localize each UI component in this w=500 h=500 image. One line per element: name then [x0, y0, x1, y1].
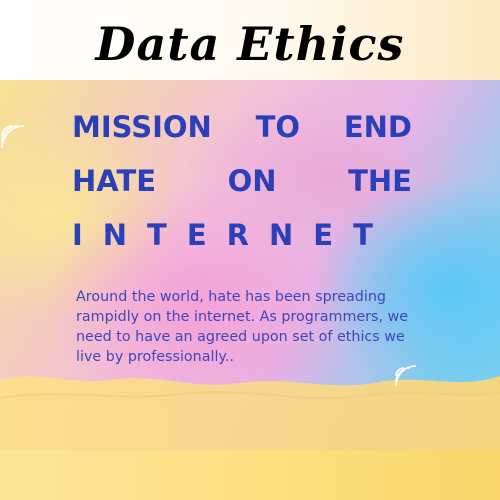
headline-word: HATE: [72, 164, 157, 198]
poster-body-text: Around the world, hate has been spreadin…: [76, 289, 409, 365]
headline-word: END: [343, 110, 412, 144]
poster-card: MISSION TO END HATE ON THE INTERNET Arou…: [0, 80, 500, 460]
page-title: Data Ethics: [95, 17, 405, 71]
signal-arcs-icon: [1, 125, 25, 149]
headline-line-1: MISSION TO END: [72, 110, 412, 144]
headline-word: THE: [348, 164, 412, 198]
headline-line-2: HATE ON THE: [72, 164, 412, 198]
title-banner: Data Ethics: [0, 0, 500, 82]
headline-word: TO: [255, 110, 301, 144]
headline-word: MISSION: [72, 110, 212, 144]
bottom-band: [0, 450, 500, 500]
headline-word: ON: [227, 164, 277, 198]
headline-line-3: INTERNET: [72, 218, 393, 252]
